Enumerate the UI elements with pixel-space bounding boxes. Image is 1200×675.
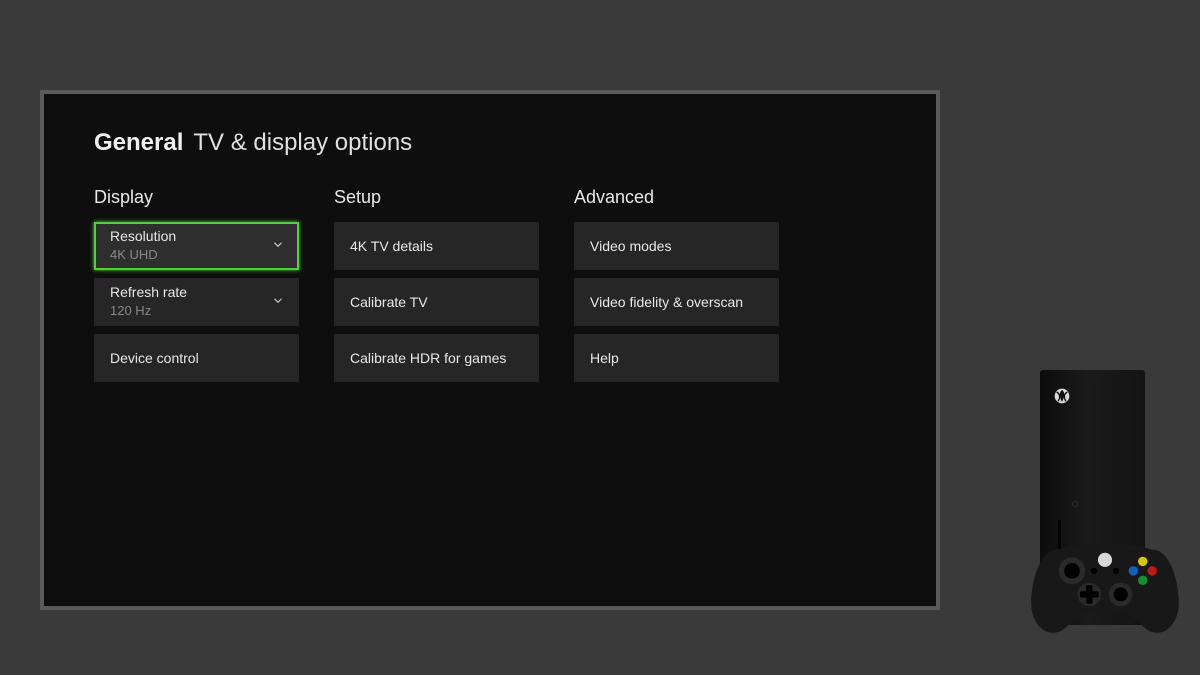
column-display: Display Resolution 4K UHD Refresh rate 1… (94, 187, 299, 390)
calibrate-hdr-button[interactable]: Calibrate HDR for games (334, 334, 539, 382)
xbox-logo-icon (1054, 388, 1070, 404)
refresh-rate-value: 120 Hz (110, 303, 283, 320)
settings-screen: General TV & display options Display Res… (40, 90, 940, 610)
device-control-label: Device control (110, 350, 283, 367)
video-fidelity-label: Video fidelity & overscan (590, 294, 763, 311)
column-setup: Setup 4K TV details Calibrate TV Calibra… (334, 187, 539, 390)
column-advanced: Advanced Video modes Video fidelity & ov… (574, 187, 779, 390)
column-setup-title: Setup (334, 187, 539, 208)
section-light: TV & display options (193, 129, 412, 157)
resolution-label: Resolution (110, 228, 283, 245)
help-label: Help (590, 350, 763, 367)
calibrate-tv-label: Calibrate TV (350, 294, 523, 311)
help-button[interactable]: Help (574, 334, 779, 382)
calibrate-hdr-label: Calibrate HDR for games (350, 350, 523, 367)
chevron-down-icon (271, 294, 285, 311)
refresh-rate-dropdown[interactable]: Refresh rate 120 Hz (94, 278, 299, 326)
refresh-rate-label: Refresh rate (110, 284, 283, 301)
4k-tv-details-button[interactable]: 4K TV details (334, 222, 539, 270)
calibrate-tv-button[interactable]: Calibrate TV (334, 278, 539, 326)
resolution-value: 4K UHD (110, 247, 283, 264)
column-display-title: Display (94, 187, 299, 208)
settings-columns: Display Resolution 4K UHD Refresh rate 1… (94, 187, 886, 390)
device-control-button[interactable]: Device control (94, 334, 299, 382)
video-modes-button[interactable]: Video modes (574, 222, 779, 270)
resolution-dropdown[interactable]: Resolution 4K UHD (94, 222, 299, 270)
column-advanced-title: Advanced (574, 187, 779, 208)
4k-tv-details-label: 4K TV details (350, 238, 523, 255)
page-title: General TV & display options (94, 129, 886, 157)
video-modes-label: Video modes (590, 238, 763, 255)
video-fidelity-button[interactable]: Video fidelity & overscan (574, 278, 779, 326)
chevron-down-icon (271, 238, 285, 255)
section-bold: General (94, 129, 183, 157)
xbox-controller-image (1025, 530, 1185, 640)
